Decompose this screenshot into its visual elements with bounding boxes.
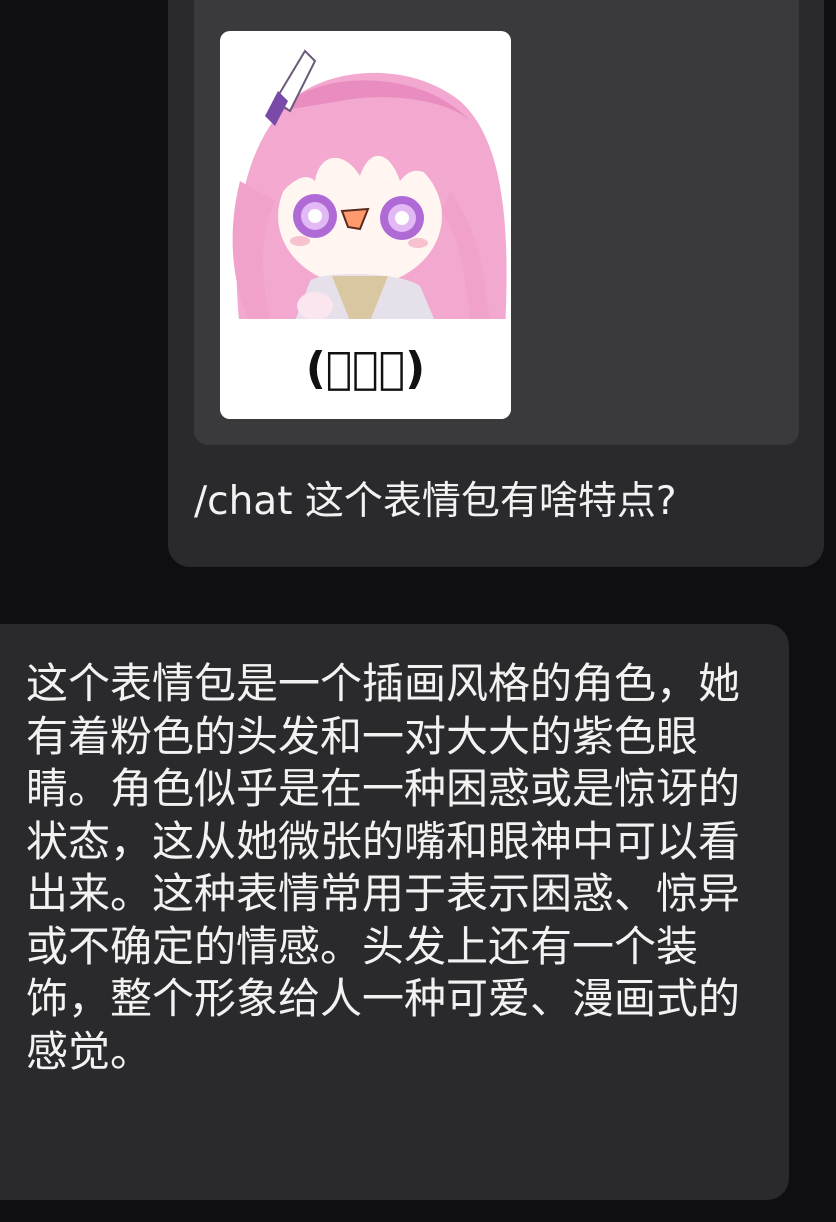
sticker-caption: (ﾟ﹃ﾟ) <box>306 343 425 394</box>
outgoing-message-text: /chat 这个表情包有啥特点? <box>194 479 677 524</box>
sticker-illustration: (ﾟ﹃ﾟ) <box>220 49 511 419</box>
chat-screen: (ﾟ﹃ﾟ) /chat 这个表情包有啥特点? 这个表情包是一个插画风格的角色，她… <box>0 0 836 1222</box>
outgoing-message-bubble[interactable]: (ﾟ﹃ﾟ) /chat 这个表情包有啥特点? <box>168 0 824 567</box>
incoming-message-text: 这个表情包是一个插画风格的角色，她有着粉色的头发和一对大大的紫色眼睛。角色似乎是… <box>26 659 741 1076</box>
incoming-message-bubble[interactable]: 这个表情包是一个插画风格的角色，她有着粉色的头发和一对大大的紫色眼睛。角色似乎是… <box>0 624 789 1200</box>
anime-girl-sticker[interactable]: (ﾟ﹃ﾟ) <box>220 31 511 419</box>
quoted-message-card[interactable]: (ﾟ﹃ﾟ) <box>194 0 799 445</box>
